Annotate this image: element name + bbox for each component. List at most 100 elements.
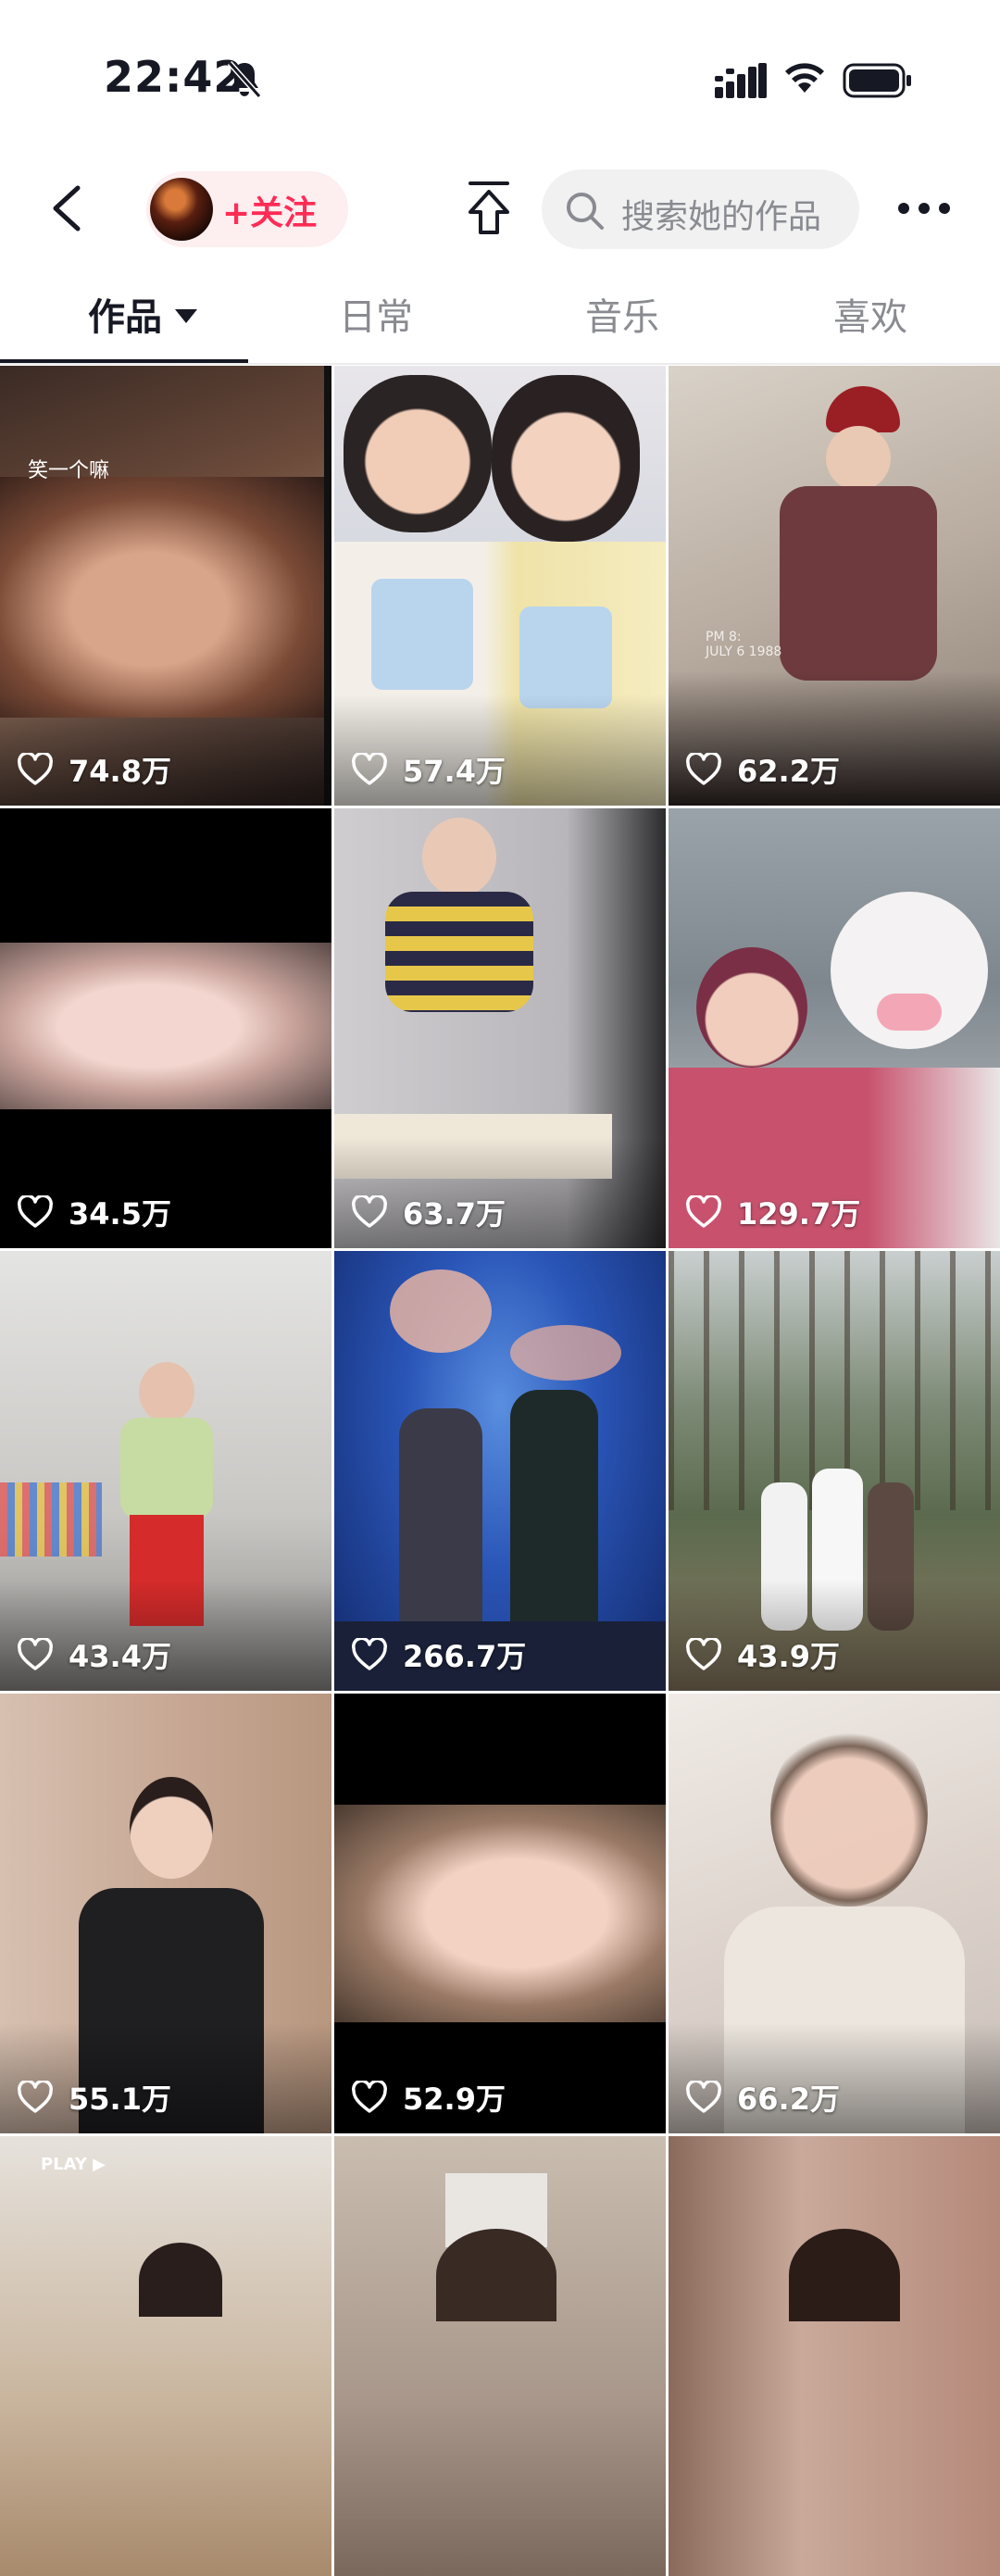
video-thumbnail[interactable]: 34.5万 — [0, 808, 331, 1248]
heart-icon — [686, 753, 721, 785]
like-count-row: 43.4万 — [17, 1633, 171, 1676]
video-thumbnail[interactable]: PM 8: JULY 6 1988 62.2万 — [669, 366, 1000, 806]
heart-icon — [18, 2081, 53, 2113]
thumbnail-image — [371, 579, 473, 690]
avatar[interactable] — [150, 178, 213, 241]
dropdown-arrow-icon[interactable] — [175, 308, 197, 323]
thumbnail-image — [390, 1269, 492, 1353]
like-count-row: 55.1万 — [17, 2076, 171, 2119]
tab-works-label: 作品 — [88, 296, 162, 339]
wifi-icon — [785, 63, 824, 93]
like-count: 43.4万 — [69, 1639, 171, 1674]
heart-icon — [352, 1638, 387, 1670]
tab-likes[interactable]: 喜欢 — [833, 287, 907, 341]
video-thumbnail[interactable]: 57.4万 — [334, 366, 666, 806]
heart-icon — [686, 2081, 721, 2113]
thumbnail-image — [130, 1777, 213, 1879]
like-count-row: 43.9万 — [685, 1633, 840, 1676]
thumbnail-image — [334, 1805, 666, 2022]
like-count-row: 34.5万 — [17, 1191, 171, 1233]
like-count-row: 62.2万 — [685, 748, 840, 791]
video-thumbnail[interactable]: 66.2万 — [669, 1694, 1000, 2133]
like-count-row: 57.4万 — [351, 748, 506, 791]
tab-daily[interactable]: 日常 — [339, 287, 413, 341]
thumbnail-image — [139, 1362, 194, 1422]
status-time: 22:42 — [104, 52, 244, 102]
video-thumbnail[interactable]: PLAY ▶ — [0, 2136, 331, 2576]
search-icon — [567, 193, 604, 230]
like-count: 74.8万 — [69, 754, 171, 789]
heart-icon — [352, 753, 387, 785]
date-stamp-line1: PM 8: — [706, 630, 742, 644]
thumbnail-image — [0, 1482, 102, 1557]
more-options-icon[interactable] — [896, 190, 952, 227]
video-thumbnail[interactable]: 63.7万 — [334, 808, 666, 1248]
video-thumbnail[interactable] — [334, 2136, 666, 2576]
like-count-row: 74.8万 — [17, 748, 171, 791]
thumbnail-image — [519, 606, 612, 708]
video-thumbnail[interactable]: 43.9万 — [669, 1251, 1000, 1691]
content-tabs: 作品 日常 音乐 喜欢 — [0, 267, 1000, 367]
like-count: 52.9万 — [403, 2082, 506, 2117]
search-placeholder: 搜索她的作品 — [621, 198, 822, 236]
back-arrow-icon[interactable] — [44, 181, 91, 236]
thumbnail-image — [422, 818, 496, 896]
date-stamp: PM 8: JULY 6 1988 — [706, 630, 781, 659]
follow-label: +关注 — [222, 194, 318, 232]
heart-icon — [352, 1195, 387, 1228]
thumbnail-image — [877, 994, 942, 1031]
mute-bell-icon — [227, 61, 262, 98]
tab-music[interactable]: 音乐 — [585, 287, 659, 341]
video-thumbnail[interactable]: 129.7万 — [669, 808, 1000, 1248]
like-count-row: 266.7万 — [351, 1633, 526, 1676]
like-count: 129.7万 — [737, 1196, 861, 1232]
share-icon[interactable] — [463, 179, 515, 238]
video-thumbnail[interactable] — [669, 2136, 1000, 2576]
thumbnail-image — [510, 1325, 621, 1381]
date-stamp-line2: JULY 6 1988 — [706, 644, 782, 659]
heart-icon — [18, 1195, 53, 1228]
heart-icon — [18, 753, 53, 785]
heart-icon — [686, 1638, 721, 1670]
video-grid: 笑一个嘛 74.8万 57.4万 PM 8: JULY 6 1988 62.2万 — [0, 366, 1000, 2576]
heart-icon — [352, 2081, 387, 2113]
heart-icon — [686, 1195, 721, 1228]
video-thumbnail[interactable]: 笑一个嘛 74.8万 — [0, 366, 331, 806]
like-count-row: 66.2万 — [685, 2076, 840, 2119]
thumbnail-image — [139, 2243, 222, 2317]
profile-header: +关注 搜索她的作品 — [0, 162, 1000, 259]
search-input[interactable]: 搜索她的作品 — [542, 169, 859, 249]
tabs-divider — [0, 363, 1000, 365]
video-thumbnail[interactable]: 43.4万 — [0, 1251, 331, 1691]
thumbnail-image — [770, 1721, 928, 1907]
thumbnail-image — [436, 2229, 556, 2321]
thumbnail-image — [696, 947, 807, 1068]
like-count-row: 52.9万 — [351, 2076, 506, 2119]
thumbnail-image — [120, 1418, 213, 1519]
cellular-signal-icon — [715, 63, 767, 98]
status-bar: 22:42 — [0, 0, 1000, 157]
follow-button[interactable]: +关注 — [146, 171, 348, 247]
thumbnail-image — [492, 375, 640, 542]
thumbnail-image — [780, 486, 937, 681]
like-count: 266.7万 — [403, 1639, 527, 1674]
thumbnail-image — [789, 2229, 900, 2321]
thumbnail-caption: 笑一个嘛 — [28, 459, 110, 482]
like-count: 62.2万 — [737, 754, 840, 789]
like-count: 43.9万 — [737, 1639, 840, 1674]
tab-works[interactable]: 作品 — [88, 287, 197, 341]
like-count: 55.1万 — [69, 2082, 171, 2117]
like-count: 63.7万 — [403, 1196, 506, 1232]
heart-icon — [18, 1638, 53, 1670]
like-count-row: 129.7万 — [685, 1191, 860, 1233]
like-count: 57.4万 — [403, 754, 506, 789]
thumbnail-image — [826, 426, 891, 491]
battery-icon — [843, 63, 911, 98]
thumbnail-image — [0, 477, 331, 718]
video-thumbnail[interactable]: 266.7万 — [334, 1251, 666, 1691]
thumbnail-image — [0, 943, 331, 1109]
like-count: 34.5万 — [69, 1196, 171, 1232]
video-thumbnail[interactable]: 52.9万 — [334, 1694, 666, 2133]
video-thumbnail[interactable]: 55.1万 — [0, 1694, 331, 2133]
play-badge: PLAY ▶ — [41, 2155, 106, 2174]
